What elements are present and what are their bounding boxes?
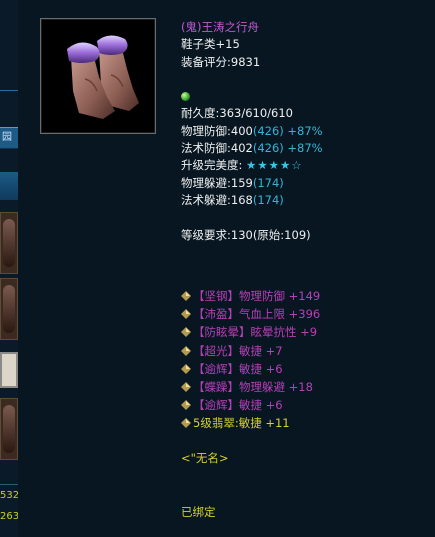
item-score: 装备评分:9831 xyxy=(181,54,261,69)
boots-icon xyxy=(67,35,139,119)
attribute-text: 【逾辉】敏捷 +6 xyxy=(193,398,283,413)
physical-dodge-value: 物理躲避:159 xyxy=(181,175,253,190)
attribute-row: 【沛盈】气血上限 +396 xyxy=(181,305,435,323)
bound-status: 已绑定 xyxy=(181,505,216,519)
strip-tab-label: 园 xyxy=(2,132,12,143)
item-stats: (鬼)王涛之行舟 鞋子类+15 装备评分:9831 耐久度:363/610/61… xyxy=(181,19,435,244)
diamond-bullet-icon xyxy=(181,418,191,429)
diamond-bullet-icon xyxy=(181,381,191,392)
attribute-row: 【逾辉】敏捷 +6 xyxy=(181,396,435,414)
attribute-row: 【逾辉】敏捷 +6 xyxy=(181,360,435,378)
durability: 耐久度:363/610/610 xyxy=(181,106,293,121)
equipment-slot[interactable] xyxy=(0,278,18,340)
attribute-text: 【蝶躁】物理躲避 +18 xyxy=(193,379,313,394)
strip-divider xyxy=(0,484,18,485)
magic-dodge-bonus: (174) xyxy=(252,192,284,207)
green-gem-icon xyxy=(181,92,190,102)
strip-header-band xyxy=(0,172,18,200)
attribute-row: 【坚钢】物理防御 +149 xyxy=(181,287,435,305)
attribute-text: 【沛盈】气血上限 +396 xyxy=(193,307,321,322)
gem-attribute-row: 5级翡翠:敏捷 +11 xyxy=(181,414,435,432)
star-rating-icon: ★★★★☆ xyxy=(246,158,303,173)
diamond-bullet-icon xyxy=(181,345,191,356)
gem-row xyxy=(181,88,435,105)
level-requirement: 等级要求:130(原始:109) xyxy=(181,227,311,242)
strip-number: 532 xyxy=(0,490,18,501)
attribute-text: 【逾辉】敏捷 +6 xyxy=(193,361,283,376)
physical-dodge: 物理躲避:159(174) xyxy=(181,175,435,192)
item-icon-frame xyxy=(40,18,156,134)
equipment-slot[interactable] xyxy=(0,212,18,274)
attribute-row: 【防眩晕】眩晕抗性 +9 xyxy=(181,323,435,341)
physical-defense-bonus: (426) +87% xyxy=(252,123,323,138)
attribute-row: 【蝶躁】物理躲避 +18 xyxy=(181,378,435,396)
diamond-bullet-icon xyxy=(181,363,191,374)
attribute-row: 【超光】敏捷 +7 xyxy=(181,342,435,360)
magic-defense-bonus: (426) +87% xyxy=(252,141,323,156)
item-name: (鬼)王涛之行舟 xyxy=(181,20,259,34)
gem-attribute-text: 5级翡翠:敏捷 +11 xyxy=(193,416,290,431)
item-tooltip: (鬼)王涛之行舟 鞋子类+15 装备评分:9831 耐久度:363/610/61… xyxy=(24,6,435,537)
strip-divider xyxy=(0,90,18,91)
perfection-label: 升级完美度: xyxy=(181,158,243,173)
magic-dodge: 法术躲避:168(174) xyxy=(181,192,435,209)
physical-defense: 物理防御:400(426) +87% xyxy=(181,123,435,140)
magic-defense: 法术防御:402(426) +87% xyxy=(181,140,435,157)
slot-item-icon xyxy=(3,219,15,267)
ring-slot-icon[interactable] xyxy=(0,352,18,388)
attribute-text: 【坚钢】物理防御 +149 xyxy=(193,289,321,303)
strip-tab[interactable]: 园 xyxy=(0,127,18,149)
equipment-slot[interactable] xyxy=(0,398,18,460)
attribute-text: 【防眩晕】眩晕抗性 +9 xyxy=(193,325,318,340)
magic-dodge-value: 法术躲避:168 xyxy=(181,192,253,207)
perfection: 升级完美度: ★★★★☆ xyxy=(181,157,435,174)
left-ui-strip: 园 532 263 xyxy=(0,0,18,537)
maker-name: <"无名> xyxy=(181,451,229,465)
slot-item-icon xyxy=(3,405,15,453)
physical-defense-value: 物理防御:400 xyxy=(181,123,253,138)
attribute-list: 【坚钢】物理防御 +149 【沛盈】气血上限 +396 【防眩晕】眩晕抗性 +9… xyxy=(181,287,435,433)
diamond-bullet-icon xyxy=(181,309,191,320)
strip-number: 263 xyxy=(0,511,18,522)
diamond-bullet-icon xyxy=(181,400,191,411)
item-category: 鞋子类+15 xyxy=(181,37,240,52)
physical-dodge-bonus: (174) xyxy=(252,175,284,190)
attribute-text: 【超光】敏捷 +7 xyxy=(193,343,283,358)
diamond-bullet-icon xyxy=(181,327,191,338)
slot-item-icon xyxy=(3,285,15,333)
diamond-bullet-icon xyxy=(181,291,191,301)
magic-defense-value: 法术防御:402 xyxy=(181,141,253,156)
